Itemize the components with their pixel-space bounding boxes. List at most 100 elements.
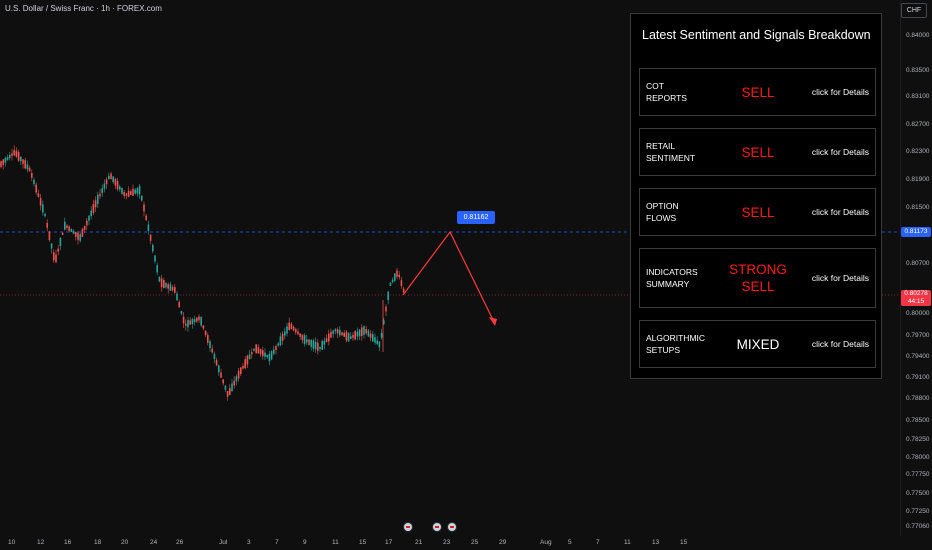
candle-body <box>105 179 108 185</box>
candle-body <box>325 338 328 342</box>
candle-body <box>244 359 246 369</box>
candle-body <box>204 330 207 336</box>
candle-body <box>226 390 229 397</box>
us-flag-event-icon[interactable] <box>403 522 413 532</box>
candle-body <box>248 354 251 360</box>
candle-body <box>246 355 249 365</box>
candle-body <box>200 316 202 326</box>
details-link[interactable]: click for Details <box>812 129 869 175</box>
candle-body <box>389 282 392 286</box>
candle-body <box>330 331 332 338</box>
price-tick-label: 0.79700 <box>906 332 930 339</box>
price-tick-label: 0.83500 <box>906 67 930 74</box>
candle-body <box>112 176 114 183</box>
candle-body <box>255 344 257 354</box>
currency-button[interactable]: CHF <box>901 3 927 18</box>
candle-body <box>4 157 7 163</box>
candle-body <box>286 326 288 334</box>
candle-body <box>222 379 224 384</box>
last-price-value: 0.80278 <box>904 290 928 297</box>
candle-body <box>156 265 158 273</box>
candle-body <box>295 329 297 333</box>
candle-body <box>138 185 141 195</box>
candle-body <box>185 323 187 326</box>
candle-body <box>350 336 352 339</box>
candle-body <box>387 291 389 301</box>
candle-body <box>149 234 152 241</box>
time-tick-label: 24 <box>150 539 158 546</box>
candle-body <box>308 339 310 345</box>
candle-body <box>2 159 4 165</box>
time-tick-label: 20 <box>121 539 129 546</box>
candle-body <box>400 280 403 287</box>
row-label: ALGORITHMIC SETUPS <box>646 333 706 355</box>
candle-body <box>237 370 240 379</box>
candle-body <box>218 365 220 373</box>
time-tick-label: 23 <box>443 539 451 546</box>
candle-body <box>358 329 361 337</box>
candle-body <box>259 349 262 355</box>
time-tick-label: 15 <box>359 539 367 546</box>
candle-body <box>193 319 196 323</box>
time-axis[interactable]: 10 12 16 18 20 24 26 Jul 3 7 9 11 15 17 21 23 25 29 Aug 5 7 1… <box>0 536 900 550</box>
candle-body <box>174 287 176 293</box>
price-tick-label: 0.77060 <box>906 523 930 530</box>
candle-body <box>182 316 185 324</box>
details-link[interactable]: click for Details <box>812 69 869 115</box>
signal-row-cot[interactable]: COT REPORTS SELL click for Details <box>639 68 876 116</box>
candle-body <box>224 385 227 390</box>
signal-row-options[interactable]: OPTION FLOWS SELL click for Details <box>639 188 876 236</box>
candle-body <box>64 221 66 230</box>
time-tick-label: 12 <box>37 539 45 546</box>
candle-body <box>394 273 396 281</box>
candle-body <box>61 232 64 236</box>
candle-body <box>114 178 117 186</box>
candle-body <box>347 333 350 342</box>
candle-body <box>323 340 326 345</box>
details-link[interactable]: click for Details <box>812 249 869 307</box>
price-tick-label: 0.77750 <box>906 471 930 478</box>
candle-body <box>365 328 367 334</box>
candle-body <box>134 189 136 194</box>
candle-body <box>363 326 365 335</box>
signal-value: SELL <box>741 144 775 160</box>
signal-value: SELL <box>741 204 775 220</box>
candle-body <box>81 228 84 237</box>
projection-arrow <box>402 230 496 325</box>
candle-body <box>83 225 86 230</box>
candle-body <box>33 179 35 185</box>
candle-body <box>53 252 55 261</box>
candle-body <box>398 274 400 278</box>
signal-value: SELL <box>741 84 775 100</box>
us-flag-event-icon[interactable] <box>432 522 442 532</box>
candle-body <box>0 161 2 168</box>
sentiment-panel: Latest Sentiment and Signals Breakdown C… <box>630 13 882 379</box>
details-link[interactable]: click for Details <box>812 189 869 235</box>
price-tick-label: 0.78250 <box>906 436 930 443</box>
signal-row-algorithmic[interactable]: ALGORITHMIC SETUPS MIXED click for Detail… <box>639 320 876 368</box>
details-link[interactable]: click for Details <box>812 321 869 367</box>
us-flag-event-icon[interactable] <box>447 522 457 532</box>
candle-body <box>319 346 321 350</box>
candle-body <box>171 287 174 291</box>
candle-body <box>167 284 169 289</box>
candle-body <box>380 332 383 338</box>
candle-body <box>306 339 308 343</box>
signal-row-indicators[interactable]: INDICATORS SUMMARY STRONG SELL click for … <box>639 248 876 308</box>
row-label: OPTION FLOWS <box>646 201 679 223</box>
candle-body <box>242 365 244 369</box>
signal-row-retail[interactable]: RETAIL SENTIMENT SELL click for Details <box>639 128 876 176</box>
current-price-tag: 0.81173 <box>901 227 931 237</box>
time-tick-label: 9 <box>303 539 307 546</box>
candle-body <box>198 316 200 321</box>
symbol-title: U.S. Dollar / Swiss Franc · 1h · FOREX.c… <box>5 4 162 13</box>
candle-body <box>31 172 33 178</box>
candle-body <box>356 331 359 337</box>
candle-body <box>354 331 356 340</box>
time-tick-label: 16 <box>64 539 72 546</box>
candle-body <box>158 276 161 282</box>
target-price-callout[interactable]: 0.81162 <box>457 211 495 224</box>
candle-body <box>266 355 268 358</box>
candle-body <box>143 204 145 212</box>
candle-body <box>86 220 88 226</box>
